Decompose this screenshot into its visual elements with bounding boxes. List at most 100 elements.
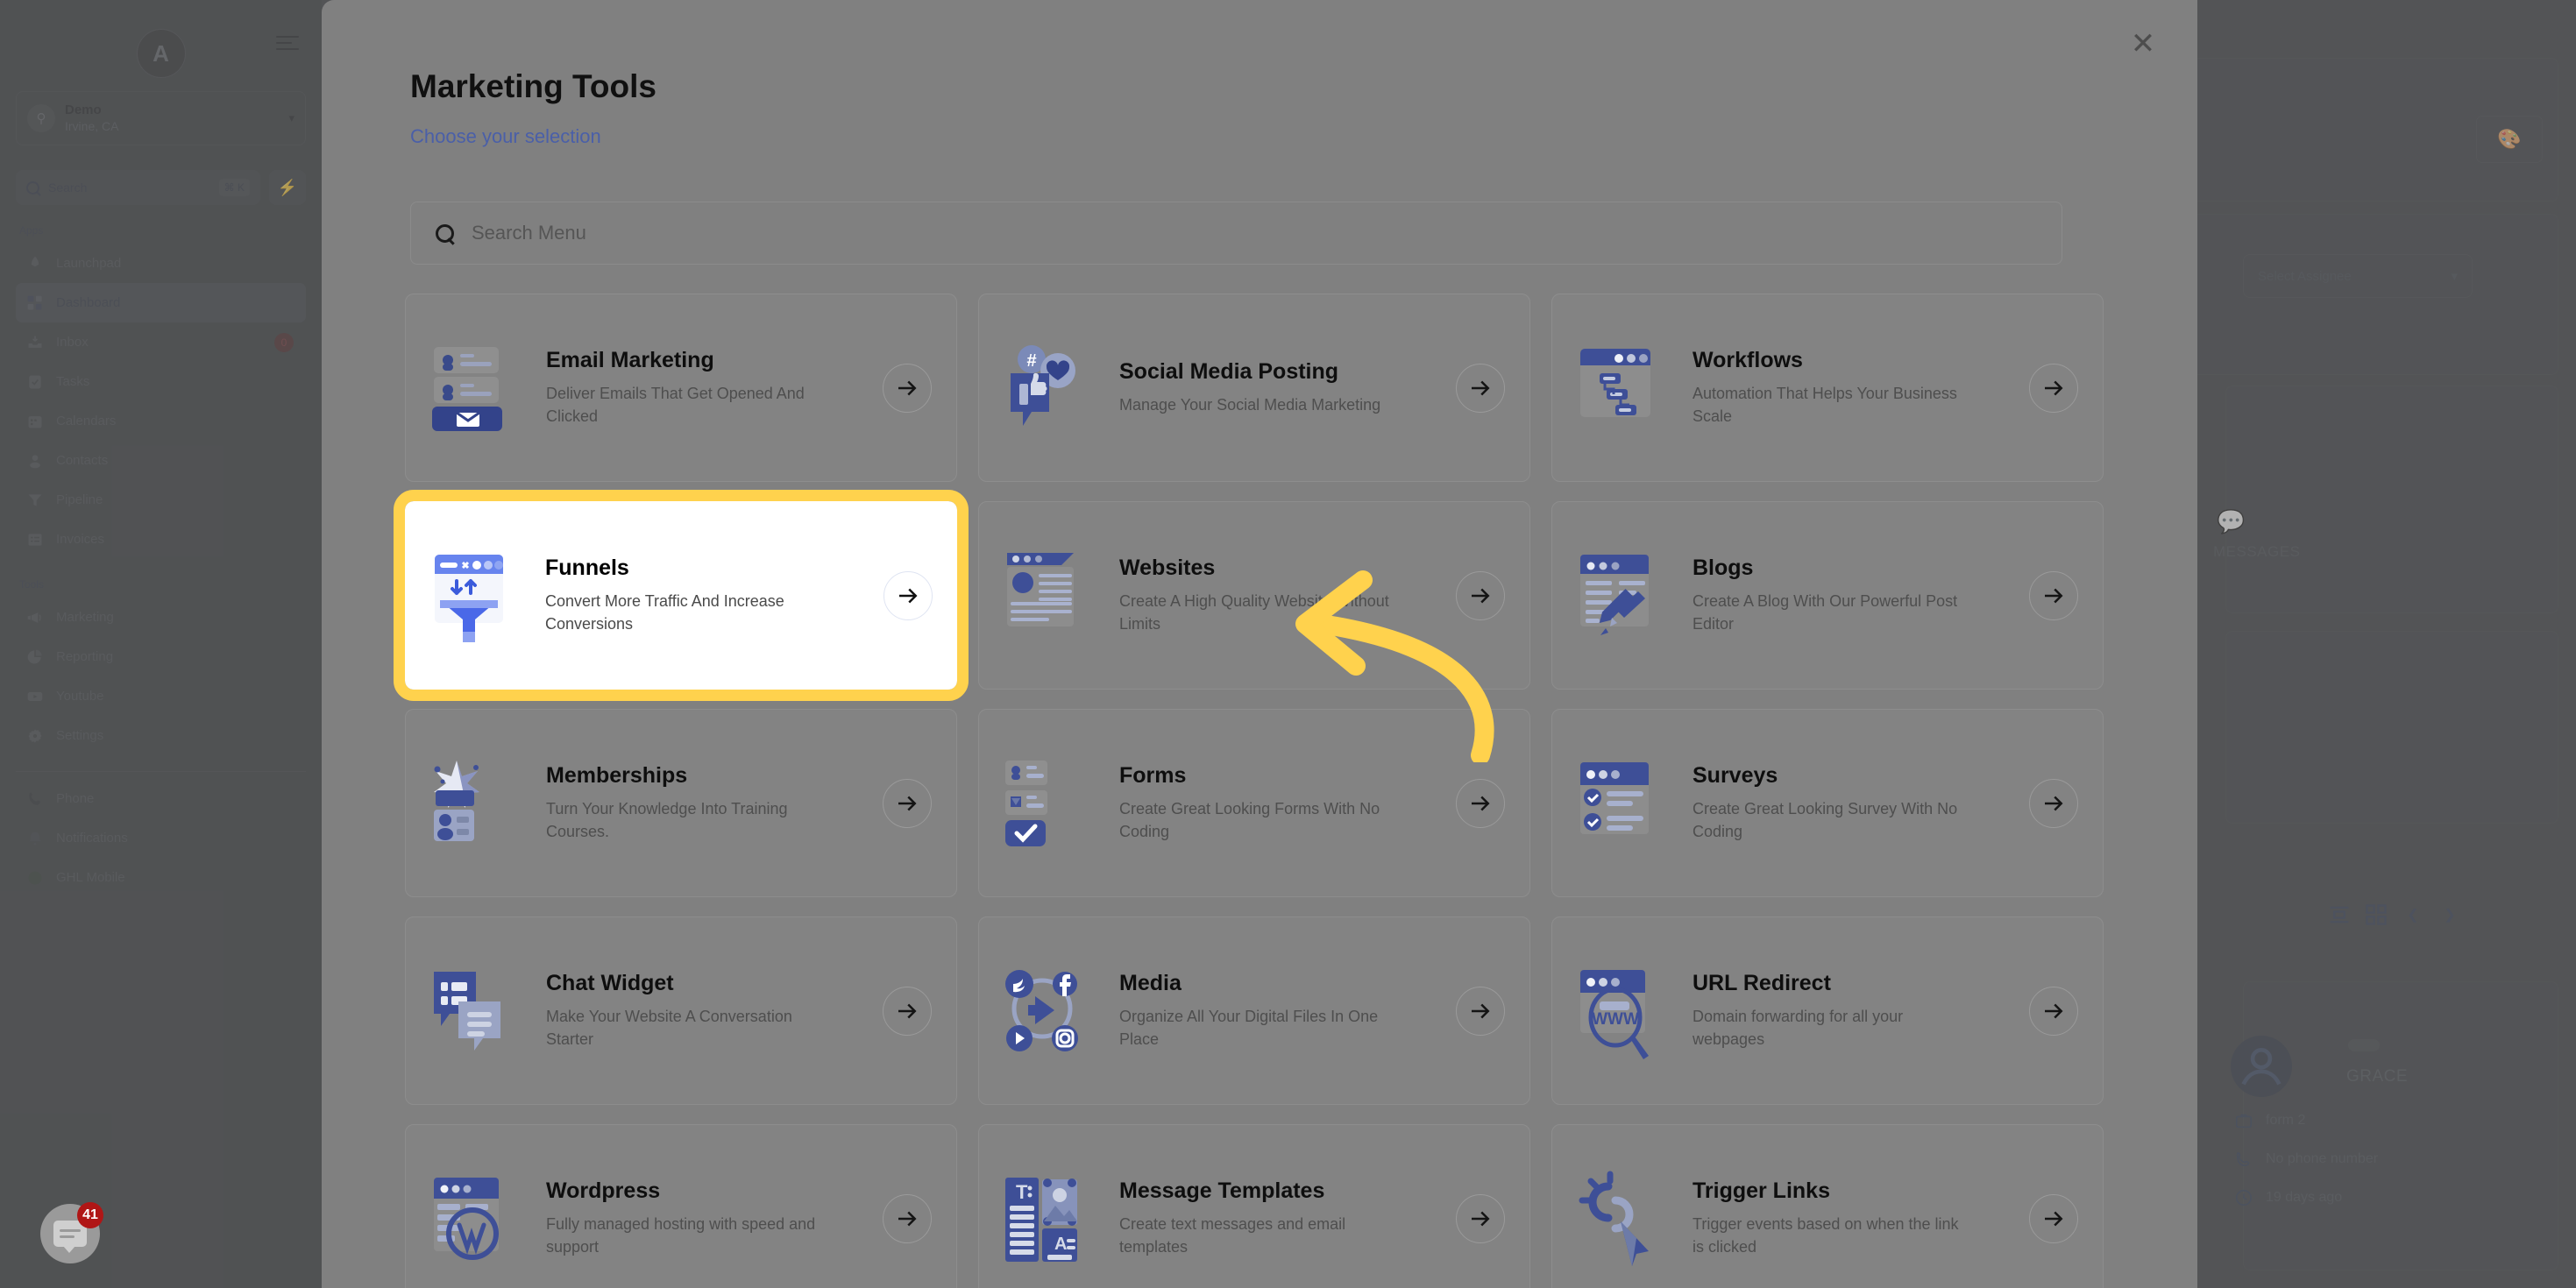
card-description: Fully managed hosting with speed and sup… bbox=[546, 1214, 816, 1256]
search-menu-input[interactable]: Search Menu bbox=[410, 202, 2062, 265]
card-text: Wordpress Fully managed hosting with spe… bbox=[546, 1178, 863, 1258]
memberships-icon bbox=[430, 755, 527, 852]
card-description: Domain forwarding for all your webpages bbox=[1692, 1007, 1904, 1048]
card-title: Surveys bbox=[1692, 762, 1778, 788]
arrow-right-icon[interactable] bbox=[2029, 570, 2078, 620]
card-title: Blogs bbox=[1692, 555, 1754, 580]
card-title: Message Templates bbox=[1119, 1178, 1325, 1203]
forms-icon bbox=[1004, 755, 1100, 852]
marketing-tools-modal: ✕ Marketing Tools Choose your selection … bbox=[322, 0, 2197, 1288]
card-description: Manage Your Social Media Marketing bbox=[1119, 395, 1381, 414]
tool-card-wordpress[interactable]: Wordpress Fully managed hosting with spe… bbox=[405, 1124, 957, 1288]
svg-text:WWW: WWW bbox=[1592, 1010, 1639, 1029]
social-media-icon: # bbox=[1004, 340, 1100, 436]
card-text: Surveys Create Great Looking Survey With… bbox=[1692, 763, 2010, 843]
tool-card-email-marketing[interactable]: Email Marketing Deliver Emails That Get … bbox=[405, 294, 957, 482]
card-description: Trigger events based on when the link is… bbox=[1692, 1214, 1959, 1256]
card-title: Email Marketing bbox=[546, 347, 714, 372]
url-redirect-icon: WWW bbox=[1577, 963, 1673, 1059]
chat-widget-icon bbox=[430, 963, 527, 1059]
tool-card-blogs[interactable]: Blogs Create A Blog With Our Powerful Po… bbox=[1551, 501, 2104, 690]
card-title: Trigger Links bbox=[1692, 1178, 1830, 1203]
arrow-right-icon[interactable] bbox=[884, 570, 933, 620]
card-text: Media Organize All Your Digital Files In… bbox=[1119, 971, 1437, 1051]
card-description: Make Your Website A Conversation Starter bbox=[546, 1007, 792, 1048]
arrow-right-icon[interactable] bbox=[1456, 570, 1505, 620]
tool-card-message-templates[interactable]: T A Message Templates Create text messag… bbox=[978, 1124, 1530, 1288]
card-description: Create Great Looking Survey With No Codi… bbox=[1692, 799, 1958, 840]
card-title: Social Media Posting bbox=[1119, 358, 1339, 384]
card-title: Media bbox=[1119, 970, 1182, 995]
card-title: Workflows bbox=[1692, 347, 1803, 372]
tool-card-funnels[interactable]: Funnels Convert More Traffic And Increas… bbox=[394, 490, 969, 701]
card-description: Automation That Helps Your Business Scal… bbox=[1692, 384, 1957, 425]
tool-card-chat-widget[interactable]: Chat Widget Make Your Website A Conversa… bbox=[405, 916, 957, 1105]
arrow-right-icon[interactable] bbox=[2029, 1193, 2078, 1243]
card-description: Create text messages and email templates bbox=[1119, 1214, 1346, 1256]
card-title: Chat Widget bbox=[546, 970, 674, 995]
arrow-right-icon[interactable] bbox=[883, 778, 932, 828]
card-text: URL Redirect Domain forwarding for all y… bbox=[1692, 971, 2010, 1051]
search-placeholder: Search Menu bbox=[472, 222, 586, 244]
wordpress-icon bbox=[430, 1171, 527, 1267]
card-text: Chat Widget Make Your Website A Conversa… bbox=[546, 971, 863, 1051]
card-text: Email Marketing Deliver Emails That Get … bbox=[546, 348, 863, 428]
tool-card-social-media-posting[interactable]: # Social Media Posting Manage Your Socia… bbox=[978, 294, 1530, 482]
tool-card-memberships[interactable]: Memberships Turn Your Knowledge Into Tra… bbox=[405, 709, 957, 897]
card-description: Create Great Looking Forms With No Codin… bbox=[1119, 799, 1380, 840]
email-marketing-icon bbox=[430, 340, 527, 436]
tool-card-websites[interactable]: Websites Create A High Quality Website W… bbox=[978, 501, 1530, 690]
tool-card-forms[interactable]: Forms Create Great Looking Forms With No… bbox=[978, 709, 1530, 897]
svg-text:T: T bbox=[1016, 1181, 1028, 1203]
card-text: Workflows Automation That Helps Your Bus… bbox=[1692, 348, 2010, 428]
media-icon bbox=[1004, 963, 1100, 1059]
arrow-right-icon[interactable] bbox=[883, 1193, 932, 1243]
card-title: Websites bbox=[1119, 555, 1216, 580]
arrow-right-icon[interactable] bbox=[1456, 986, 1505, 1036]
close-icon[interactable]: ✕ bbox=[2125, 26, 2161, 61]
arrow-right-icon[interactable] bbox=[1456, 1193, 1505, 1243]
tools-grid: Email Marketing Deliver Emails That Get … bbox=[394, 294, 2110, 1288]
search-icon bbox=[436, 223, 454, 243]
card-text: Social Media Posting Manage Your Social … bbox=[1119, 359, 1437, 416]
tool-card-workflows[interactable]: Workflows Automation That Helps Your Bus… bbox=[1551, 294, 2104, 482]
tool-card-trigger-links[interactable]: Trigger Links Trigger events based on wh… bbox=[1551, 1124, 2104, 1288]
page-subtitle: Choose your selection bbox=[410, 125, 601, 147]
arrow-right-icon[interactable] bbox=[2029, 363, 2078, 413]
card-title: Memberships bbox=[546, 762, 688, 788]
card-text: Blogs Create A Blog With Our Powerful Po… bbox=[1692, 556, 2010, 635]
arrow-right-icon[interactable] bbox=[1456, 778, 1505, 828]
workflows-icon bbox=[1577, 340, 1673, 436]
chat-unread-badge: 41 bbox=[77, 1202, 103, 1228]
tool-card-media[interactable]: Media Organize All Your Digital Files In… bbox=[978, 916, 1530, 1105]
message-templates-icon: T A bbox=[1004, 1171, 1100, 1267]
svg-text:#: # bbox=[1026, 351, 1036, 371]
arrow-right-icon[interactable] bbox=[883, 986, 932, 1036]
card-text: Memberships Turn Your Knowledge Into Tra… bbox=[546, 763, 863, 843]
arrow-right-icon[interactable] bbox=[883, 363, 932, 413]
blog-pencil-icon bbox=[1577, 548, 1673, 644]
tool-card-surveys[interactable]: Surveys Create Great Looking Survey With… bbox=[1551, 709, 2104, 897]
card-text: Funnels Convert More Traffic And Increas… bbox=[545, 556, 864, 635]
card-description: Create A High Quality Website Without Li… bbox=[1119, 591, 1389, 633]
card-text: Message Templates Create text messages a… bbox=[1119, 1178, 1437, 1258]
card-description: Convert More Traffic And Increase Conver… bbox=[545, 591, 784, 633]
card-description: Organize All Your Digital Files In One P… bbox=[1119, 1007, 1379, 1048]
arrow-right-icon[interactable] bbox=[1456, 363, 1505, 413]
card-title: Forms bbox=[1119, 762, 1187, 788]
card-description: Create A Blog With Our Powerful Post Edi… bbox=[1692, 591, 1958, 633]
card-text: Websites Create A High Quality Website W… bbox=[1119, 556, 1437, 635]
tool-card-url-redirect[interactable]: WWW URL Redirect Domain forwarding for a… bbox=[1551, 916, 2104, 1105]
arrow-right-icon[interactable] bbox=[2029, 986, 2078, 1036]
website-icon bbox=[1004, 548, 1100, 644]
trigger-links-icon bbox=[1577, 1171, 1673, 1267]
card-title: URL Redirect bbox=[1692, 970, 1831, 995]
svg-text:A: A bbox=[1054, 1235, 1067, 1254]
arrow-right-icon[interactable] bbox=[2029, 778, 2078, 828]
card-description: Turn Your Knowledge Into Training Course… bbox=[546, 799, 788, 840]
card-text: Forms Create Great Looking Forms With No… bbox=[1119, 763, 1437, 843]
card-title: Funnels bbox=[545, 555, 629, 580]
surveys-icon bbox=[1577, 755, 1673, 852]
chat-support-fab[interactable]: 41 bbox=[40, 1202, 103, 1263]
funnel-icon bbox=[429, 548, 526, 644]
